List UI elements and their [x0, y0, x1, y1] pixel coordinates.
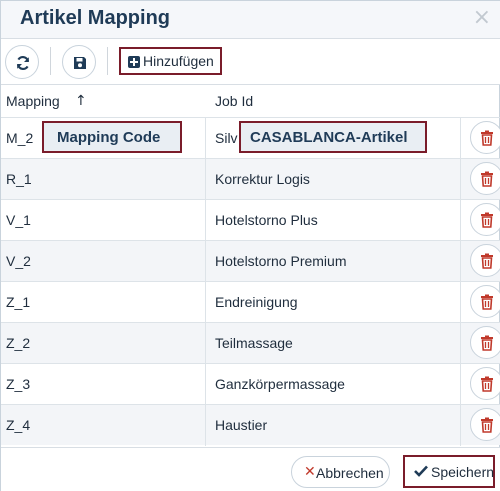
mapping-code-cell: V_1: [6, 212, 31, 228]
delete-button[interactable]: [470, 408, 500, 441]
save-button[interactable]: [62, 45, 96, 79]
refresh-button[interactable]: [5, 45, 39, 79]
dialog-title: Artikel Mapping: [20, 7, 171, 29]
column-header-mapping[interactable]: Mapping: [6, 93, 60, 109]
mapping-code-cell: Z_2: [6, 335, 31, 351]
table-row[interactable]: Z_3 Ganzkörpermassage: [1, 363, 500, 405]
job-id-cell: Hotelstorno Premium: [215, 253, 347, 269]
save-dialog-button[interactable]: Speichern: [403, 455, 495, 488]
trash-icon: [481, 294, 493, 310]
mapping-code-cell: Z_1: [6, 294, 31, 310]
delete-button[interactable]: [470, 121, 500, 154]
table-row[interactable]: Z_4 Haustier: [1, 404, 500, 446]
refresh-icon: [16, 55, 30, 71]
trash-icon: [481, 417, 493, 433]
trash-icon: [481, 335, 493, 351]
mapping-code-cell: V_2: [6, 253, 31, 269]
table-row[interactable]: Z_2 Teilmassage: [1, 322, 500, 364]
job-id-cell: Ganzkörpermassage: [215, 376, 345, 392]
delete-button[interactable]: [470, 244, 500, 277]
save-dialog-button-label: Speichern: [431, 464, 495, 480]
job-id-cell: Korrektur Logis: [215, 171, 310, 187]
add-button-label: Hinzufügen: [143, 53, 214, 69]
cancel-button[interactable]: ✕ Abbrechen: [291, 456, 390, 488]
dialog-footer: ✕ Abbrechen Speichern: [1, 447, 500, 491]
job-id-cell: Endreinigung: [215, 294, 298, 310]
delete-button[interactable]: [470, 285, 500, 318]
checkmark-icon: [414, 465, 428, 477]
table-row[interactable]: V_1 Hotelstorno Plus: [1, 199, 500, 241]
delete-button[interactable]: [470, 162, 500, 195]
table-header: Mapping ↑ Job Id: [1, 85, 500, 117]
mapping-code-cell: Z_3: [6, 376, 31, 392]
mapping-code-cell: Z_4: [6, 417, 31, 433]
sort-ascending-icon: ↑: [75, 93, 87, 109]
title-bar: Artikel Mapping ×: [1, 1, 500, 39]
plus-square-icon: [128, 56, 140, 68]
close-icon[interactable]: ×: [473, 7, 491, 29]
cancel-button-label: Abbrechen: [316, 465, 384, 481]
job-id-cell: Haustier: [215, 417, 268, 433]
delete-button[interactable]: [470, 203, 500, 236]
job-id-cell: Teilmassage: [215, 335, 293, 351]
article-callout: CASABLANCA-Artikel: [239, 121, 427, 153]
trash-icon: [481, 253, 493, 269]
toolbar: Hinzufügen: [1, 39, 500, 85]
mapping-code-cell: R_1: [6, 171, 32, 187]
delete-button[interactable]: [470, 367, 500, 400]
table-row[interactable]: Z_1 Endreinigung: [1, 281, 500, 323]
job-id-cell: Silv: [215, 130, 238, 146]
delete-button[interactable]: [470, 326, 500, 359]
toolbar-divider: [50, 47, 51, 75]
floppy-disk-icon: [74, 57, 86, 69]
column-header-job-id[interactable]: Job Id: [215, 93, 253, 109]
close-icon: ✕: [304, 464, 316, 480]
job-id-cell: Hotelstorno Plus: [215, 212, 318, 228]
trash-icon: [481, 171, 493, 187]
mapping-code-cell: M_2: [6, 130, 34, 146]
trash-icon: [481, 130, 493, 146]
artikel-mapping-dialog: Artikel Mapping × Hinzufügen Mapping ↑ J…: [0, 0, 500, 491]
trash-icon: [481, 212, 493, 228]
trash-icon: [481, 376, 493, 392]
toolbar-divider: [107, 47, 108, 75]
add-button[interactable]: Hinzufügen: [119, 47, 222, 75]
table-row[interactable]: R_1 Korrektur Logis: [1, 158, 500, 200]
article-callout-label: CASABLANCA-Artikel: [250, 129, 408, 146]
mapping-code-callout: Mapping Code: [42, 121, 182, 153]
mapping-code-callout-label: Mapping Code: [57, 129, 161, 146]
table-row[interactable]: V_2 Hotelstorno Premium: [1, 240, 500, 282]
